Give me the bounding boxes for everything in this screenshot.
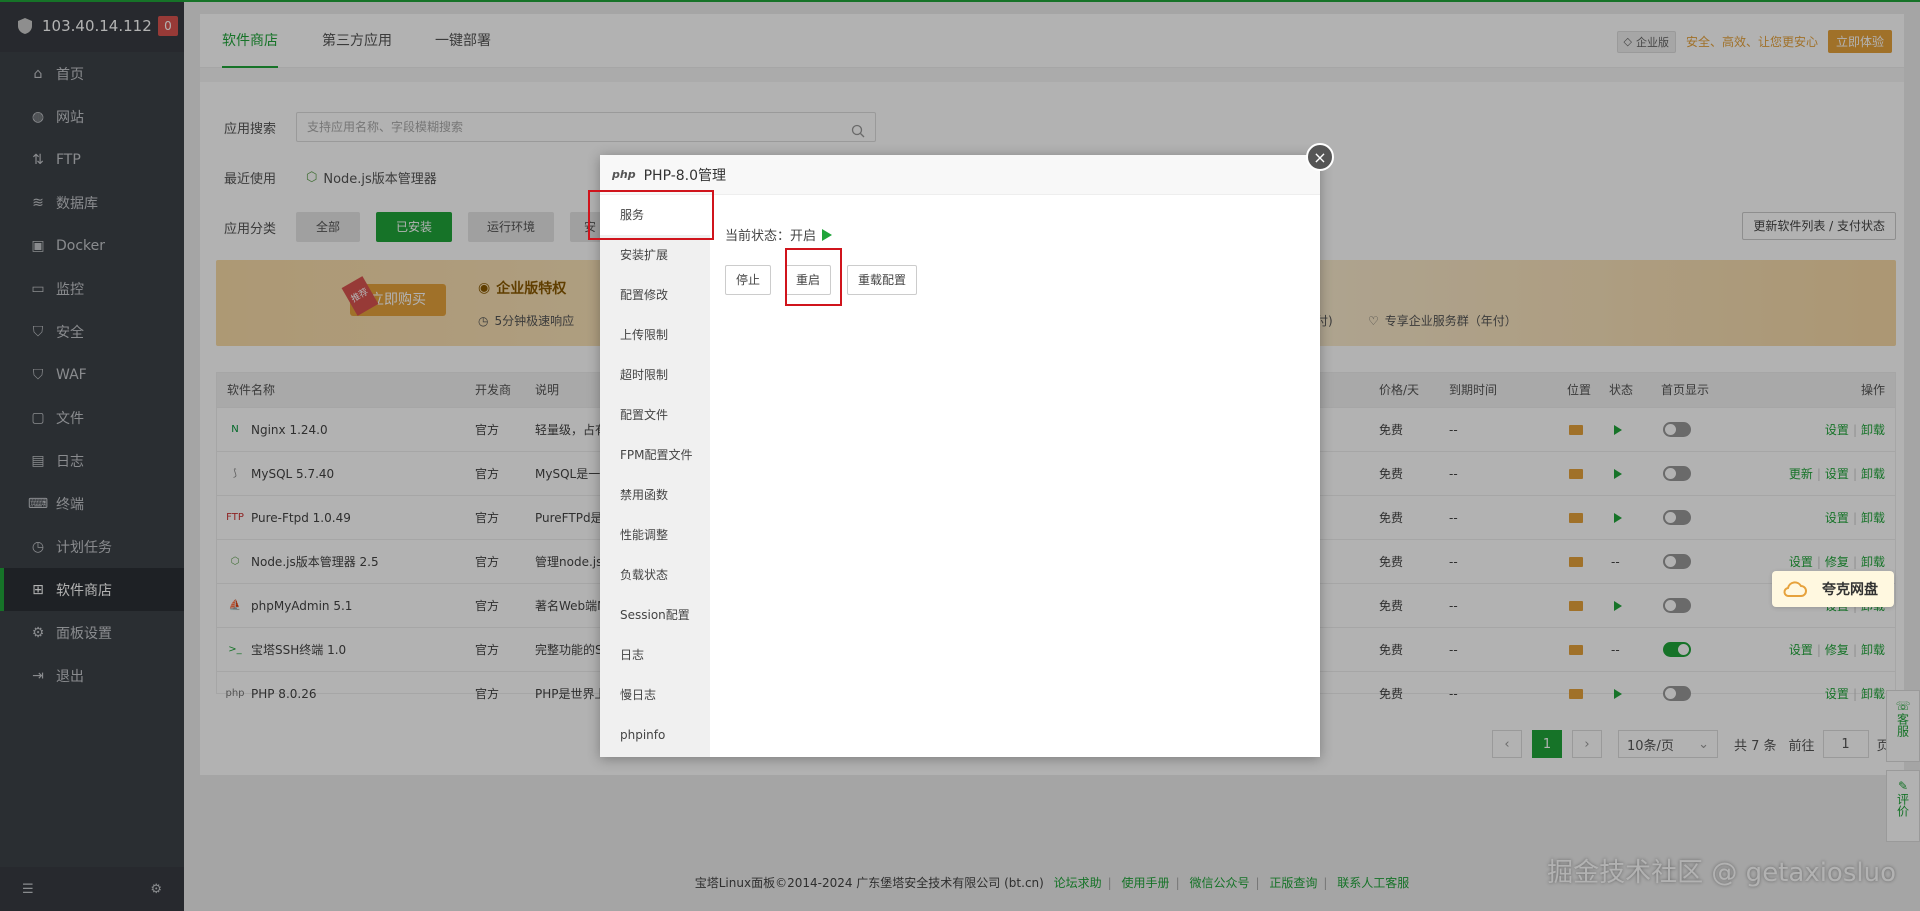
dialog-menu-item[interactable]: 超时限制 <box>600 355 710 395</box>
quark-drive-widget[interactable]: 夸克网盘 <box>1772 571 1894 607</box>
highlight-service-menu <box>588 190 714 240</box>
close-icon[interactable]: × <box>1306 143 1334 171</box>
dialog-title: PHP-8.0管理 <box>643 167 727 184</box>
reload-config-button[interactable]: 重载配置 <box>847 265 918 295</box>
highlight-restart-button <box>785 248 842 306</box>
dialog-menu-item[interactable]: 配置文件 <box>600 395 710 435</box>
dialog-menu-item[interactable]: Session配置 <box>600 595 710 635</box>
dialog-header: php PHP-8.0管理 <box>600 155 1320 195</box>
dialog-menu-item[interactable]: 配置修改 <box>600 275 710 315</box>
dialog-menu-item[interactable]: 性能调整 <box>600 515 710 555</box>
service-status: 当前状态： 开启 <box>725 225 833 244</box>
php-manage-dialog: php PHP-8.0管理 × 服务 安装扩展 配置修改 上传限制 超时限制 配置文件 FP… <box>600 143 1334 757</box>
dialog-menu-item[interactable]: 慢日志 <box>600 675 710 715</box>
dialog-menu: 服务 安装扩展 配置修改 上传限制 超时限制 配置文件 FPM配置文件 禁用函数 性能调整 负载状… <box>600 195 710 757</box>
dialog-menu-item[interactable]: phpinfo <box>600 715 710 755</box>
status-value: 开启 <box>790 229 817 244</box>
dialog-menu-item[interactable]: 日志 <box>600 635 710 675</box>
running-play-icon <box>822 228 833 241</box>
dialog-menu-item[interactable]: 安装扩展 <box>600 235 710 275</box>
dialog-menu-item[interactable]: 上传限制 <box>600 315 710 355</box>
cloud-icon <box>1783 581 1807 597</box>
quark-drive-label: 夸克网盘 <box>1822 582 1878 598</box>
dialog-menu-item[interactable]: 负载状态 <box>600 555 710 595</box>
status-label: 当前状态： <box>725 229 791 244</box>
stop-button[interactable]: 停止 <box>725 265 772 295</box>
dialog-menu-item[interactable]: 禁用函数 <box>600 475 710 515</box>
dialog-menu-item[interactable]: FPM配置文件 <box>600 435 710 475</box>
php-logo-icon: php <box>612 168 636 181</box>
